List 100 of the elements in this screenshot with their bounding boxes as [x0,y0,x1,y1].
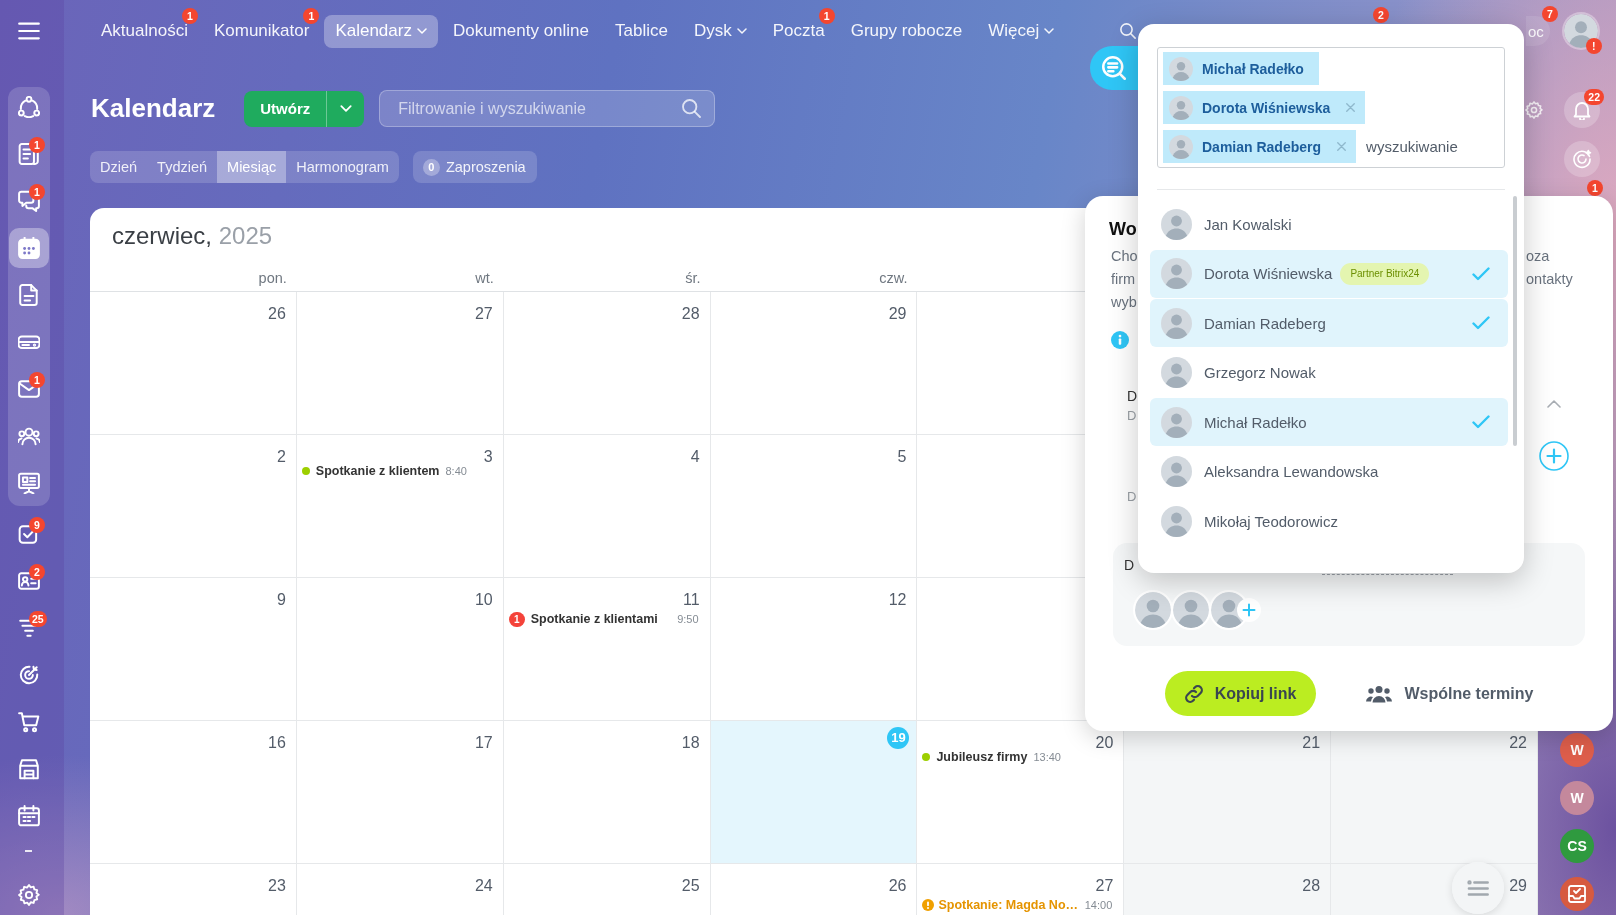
check-icon [1472,266,1490,281]
day-number: 26 [888,876,907,896]
nav-tab[interactable]: Tablice [604,14,679,48]
weekday-label: śr. [685,269,701,286]
chevron-up-icon[interactable] [1547,400,1561,408]
plus-circle-icon[interactable] [1539,441,1569,471]
day-number: 17 [474,733,493,753]
nav-tab[interactable]: Dysk [682,14,758,48]
people-icon [1366,684,1393,703]
event-time: 8:40 [444,465,467,477]
sidebar-item[interactable]: 2 [9,561,49,602]
nav-tab[interactable]: Dokumenty online [441,14,600,48]
view-tab[interactable]: Tydzień [147,151,218,183]
unread-count: 1 [29,372,45,389]
participant-tag[interactable]: Michał Radełko [1163,52,1319,85]
chat-avatar[interactable]: CS [1560,829,1594,863]
connections-icon [18,96,40,119]
participant-option[interactable]: Michał Radełko [1150,398,1508,446]
day-number: 5 [897,447,907,467]
day-number: 25 [681,876,700,896]
info-icon [1111,331,1129,349]
common-slots-button[interactable]: Wspólne terminy [1366,671,1534,716]
settings-icon[interactable] [1525,101,1543,119]
day-number: 29 [888,304,907,324]
view-tab[interactable]: Dzień [90,151,148,183]
notifications-button[interactable] [1564,92,1600,128]
checked-square-icon [18,523,40,546]
unread-count: 9 [29,517,45,534]
event-title[interactable]: Spotkanie: Magda No… [938,898,1078,912]
day-number: 18 [681,733,700,753]
search-icon [682,99,702,118]
participant-option[interactable]: Aleksandra Lewandowska [1150,447,1508,496]
avatar-icon [1161,406,1192,438]
event-title[interactable]: Spotkanie z klientami [530,612,658,626]
avatar-icon[interactable] [1563,14,1598,48]
sparkle-ring-icon [1572,149,1592,169]
unread-count: 1 [29,137,45,154]
participants-label: D [1124,556,1135,575]
sidebar-item[interactable]: 1 [9,134,49,175]
check-icon [1472,415,1490,429]
sidebar-item[interactable]: 1 [9,369,49,410]
search-icon[interactable] [1120,23,1136,39]
unread-count: 2 [29,564,45,581]
check-icon [1472,316,1490,330]
day-number: 11 [682,590,700,610]
description-line: Cho [1111,247,1138,266]
unread-count: 1 [818,7,835,24]
participant-tag[interactable]: Damian Radeberg [1163,130,1357,163]
nav-tab[interactable]: Kalendarz [324,14,438,48]
participant-option[interactable]: Damian Radeberg [1150,299,1508,347]
create-menu-button[interactable] [326,90,365,127]
avatar-icon [1161,456,1192,487]
cart-icon [18,711,40,734]
day-number: 26 [268,304,286,324]
sidebar-item[interactable]: 1 [9,181,49,222]
day-number: 12 [888,590,907,610]
scrollbar[interactable] [1513,196,1517,446]
inbox-check-icon [1568,885,1586,903]
weekday-label: wt. [475,269,494,286]
avatar-icon [1161,258,1192,289]
link-icon [1184,684,1203,703]
sidebar-item[interactable]: 25 [9,608,49,649]
unread-count: 25 [29,611,47,628]
chat-search-button[interactable] [1090,46,1138,90]
day-number: 23 [268,876,286,896]
nav-tab[interactable]: Więcej [977,14,1066,48]
participant-option[interactable]: Jan Kowalski [1150,200,1508,248]
search-input[interactable]: wyszukiwanie [1362,130,1497,163]
participant-option[interactable]: Mikołaj Teodorowicz [1150,497,1508,545]
sidebar-item[interactable]: 9 [9,514,49,555]
month-title: czerwiec, 2025 [112,222,273,250]
participant-tag[interactable]: Dorota Wiśniewska [1163,91,1366,124]
event-title[interactable]: Spotkanie z klientem [315,464,440,478]
avatar-icon [1161,357,1192,388]
list-icon [1467,879,1489,897]
event-title[interactable]: Jubileusz firmy [936,750,1028,764]
weekday-label: czw. [879,269,908,286]
mail-icon [18,378,40,401]
copy-link-button[interactable]: Kopiuj link [1164,671,1317,716]
document-icon [18,284,40,307]
invitations-button[interactable]: 0 Zaproszenia [412,151,537,183]
create-button[interactable]: Utwórz [244,90,327,127]
page-title: Kalendarz [91,92,216,125]
day-number: 16 [268,733,286,753]
participant-option[interactable]: Dorota Wiśniewska Partner Bitrix24 [1150,249,1508,298]
assistant-button[interactable] [1564,141,1600,177]
task-button[interactable] [1560,877,1594,911]
chat-avatar[interactable]: W [1560,781,1594,815]
participant-field[interactable]: Michał Radełko Dorota Wiśniewska Damian Radeberg wyszukiwanie [1157,47,1505,168]
sidebar-item[interactable] [9,228,49,269]
caret-down-icon [339,105,352,112]
nav-tab[interactable]: Grupy robocze [839,14,974,48]
participant-option[interactable]: Grzegorz Nowak [1150,348,1508,397]
chat-avatar[interactable]: W [1560,733,1594,767]
view-tab[interactable]: Miesiąc [217,151,287,183]
view-tab[interactable]: Harmonogram [286,151,399,183]
description-line: ontakty [1526,270,1573,289]
unread-count: 1 [181,7,198,24]
plus-icon[interactable] [1237,598,1261,622]
description-line: wyb [1111,293,1137,312]
